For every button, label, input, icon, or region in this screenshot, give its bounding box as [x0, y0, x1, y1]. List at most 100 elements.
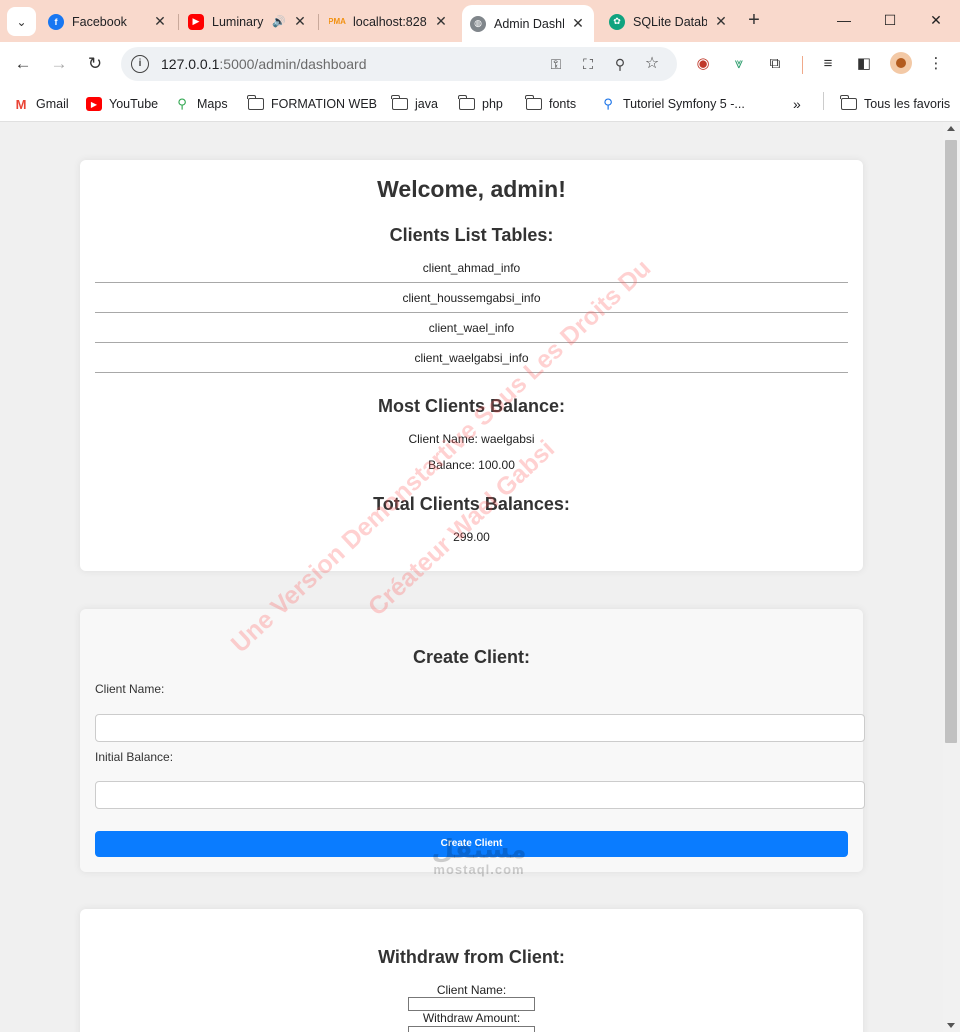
url-text: 127.0.0.1:5000/admin/dashboard [161, 56, 367, 72]
tab-luminary[interactable]: ▶ Luminary 🔊 ✕ [188, 7, 308, 36]
bookmark-php[interactable]: php [458, 94, 503, 114]
close-window-button[interactable]: ✕ [921, 9, 951, 31]
tab-separator [318, 14, 319, 30]
table-row: client_wael_info [95, 313, 848, 343]
site-info-icon[interactable]: i [131, 55, 149, 73]
close-icon[interactable]: ✕ [713, 13, 729, 30]
table-row: client_waelgabsi_info [95, 343, 848, 373]
chatgpt-icon: ✿ [609, 13, 625, 30]
url-host: 127.0.0.1 [161, 56, 220, 72]
maps-icon: ⚲ [177, 96, 187, 111]
chevron-down-icon: ⌄ [16, 14, 27, 29]
withdraw-client-name-label: Client Name: [436, 983, 507, 997]
close-icon[interactable]: ✕ [433, 13, 449, 30]
close-icon[interactable]: ✕ [570, 15, 586, 32]
speaker-icon[interactable]: 🔊 [272, 15, 286, 28]
scrollbar-thumb[interactable] [945, 140, 957, 743]
total-balances-value: 299.00 [453, 530, 490, 544]
withdraw-client-name-input[interactable] [408, 997, 535, 1011]
bookmark-maps[interactable]: ⚲ Maps [174, 94, 227, 114]
tab-facebook[interactable]: f Facebook ✕ [48, 7, 168, 36]
user-icon [896, 58, 906, 68]
most-client-name: Client Name: waelgabsi [408, 432, 535, 446]
facebook-icon: f [48, 13, 64, 30]
url-path: :5000/admin/dashboard [219, 56, 367, 72]
initial-balance-input[interactable] [95, 781, 865, 809]
clients-list-heading: Clients List Tables: [389, 225, 554, 245]
page-scrollbar[interactable] [943, 122, 960, 1032]
extensions-puzzle-icon[interactable]: ⧉ [765, 54, 785, 74]
withdraw-card: Withdraw from Client: Client Name: Withd… [80, 909, 863, 1032]
tab-admin-dashboard[interactable]: ◍ Admin Dashb ✕ [462, 5, 594, 42]
address-bar[interactable]: i 127.0.0.1:5000/admin/dashboard ⚿ ⛶ ⚲ ☆ [121, 47, 677, 81]
folder-icon [247, 95, 264, 111]
new-tab-button[interactable]: + [744, 10, 764, 30]
toolbar-divider [802, 56, 803, 74]
search-icon: ⚲ [603, 96, 613, 111]
tab-localhost[interactable]: PMA localhost:828 ✕ [329, 7, 449, 36]
create-client-heading: Create Client: [412, 647, 531, 667]
close-icon[interactable]: ✕ [152, 13, 168, 30]
extension-vue-icon[interactable]: ⩔ [729, 54, 749, 74]
bookmark-formation-web[interactable]: FORMATION WEB [247, 94, 377, 114]
tab-separator [178, 14, 179, 30]
most-balance-heading: Most Clients Balance: [377, 396, 566, 416]
youtube-icon: ▶ [86, 97, 102, 111]
scroll-up-arrow-icon[interactable] [947, 126, 955, 131]
double-chevron-right-icon: » [793, 96, 801, 112]
minimize-button[interactable]: — [829, 9, 859, 31]
bookmarks-divider [823, 92, 824, 110]
withdraw-amount-input[interactable] [408, 1026, 535, 1032]
bookmarks-overflow-button[interactable]: » [793, 94, 801, 114]
forward-button[interactable]: → [47, 52, 71, 76]
tab-search-button[interactable]: ⌄ [7, 7, 36, 36]
initial-balance-label: Initial Balance: [95, 750, 174, 764]
most-client-balance: Balance: 100.00 [428, 458, 515, 472]
folder-icon [458, 95, 475, 111]
close-icon[interactable]: ✕ [292, 13, 308, 30]
client-name-label: Client Name: [95, 682, 165, 696]
page-viewport: Welcome, admin! Clients List Tables: cli… [0, 122, 943, 1032]
maximize-button[interactable]: ☐ [875, 9, 905, 31]
phpmyadmin-icon: PMA [329, 17, 346, 26]
table-row: client_houssemgabsi_info [95, 283, 848, 313]
browser-toolbar: ← → ↻ i 127.0.0.1:5000/admin/dashboard ⚿… [0, 42, 960, 86]
tab-strip: ⌄ f Facebook ✕ ▶ Luminary 🔊 ✕ PMA localh… [0, 0, 960, 42]
bookmark-all-favorites[interactable]: Tous les favoris [840, 94, 950, 114]
globe-icon: ◍ [470, 15, 486, 32]
dashboard-card: Welcome, admin! Clients List Tables: cli… [80, 160, 863, 571]
key-icon[interactable]: ⚿ [547, 55, 565, 73]
create-client-button[interactable]: Create Client [95, 831, 848, 857]
reload-button[interactable]: ↻ [83, 52, 107, 76]
side-panel-icon[interactable]: ◧ [854, 54, 874, 74]
bookmark-java[interactable]: java [391, 94, 438, 114]
back-button[interactable]: ← [11, 52, 35, 76]
translate-icon[interactable]: ⛶ [579, 55, 597, 73]
folder-icon [391, 95, 408, 111]
profile-avatar[interactable] [890, 52, 912, 74]
bookmarks-bar: M Gmail ▶ YouTube ⚲ Maps FORMATION WEB j… [0, 86, 960, 122]
extension-globe-icon[interactable]: ◉ [693, 54, 713, 74]
gmail-icon: M [15, 96, 27, 112]
star-icon[interactable]: ☆ [643, 55, 661, 73]
client-tables-list: client_ahmad_info client_houssemgabsi_in… [95, 253, 848, 373]
bookmark-tutoriel-symfony[interactable]: ⚲ Tutoriel Symfony 5 -... [600, 94, 745, 114]
total-balances-heading: Total Clients Balances: [373, 494, 570, 514]
tab-sqlite[interactable]: ✿ SQLite Datab ✕ [609, 7, 729, 36]
media-control-icon[interactable]: ≡ [818, 54, 838, 74]
folder-icon [840, 95, 857, 111]
create-client-card: Create Client: Client Name: Initial Bala… [80, 609, 865, 872]
bookmark-youtube[interactable]: ▶ YouTube [86, 94, 158, 114]
youtube-icon: ▶ [188, 13, 204, 30]
withdraw-amount-label: Withdraw Amount: [422, 1011, 521, 1025]
menu-kebab-icon[interactable]: ⋮ [926, 54, 946, 74]
scroll-down-arrow-icon[interactable] [947, 1023, 955, 1028]
bookmark-fonts[interactable]: fonts [525, 94, 576, 114]
folder-icon [525, 95, 542, 111]
withdraw-heading: Withdraw from Client: [378, 947, 565, 967]
zoom-icon[interactable]: ⚲ [611, 55, 629, 73]
bookmark-gmail[interactable]: M Gmail [13, 94, 69, 114]
table-row: client_ahmad_info [95, 253, 848, 283]
welcome-heading: Welcome, admin! [377, 176, 566, 202]
client-name-input[interactable] [95, 714, 865, 742]
